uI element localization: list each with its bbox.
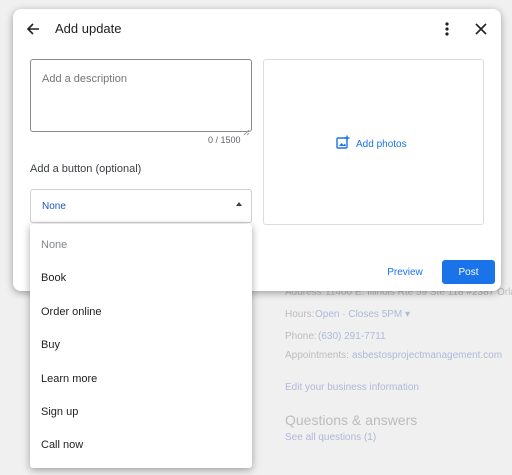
select-value: None — [42, 201, 66, 212]
dropdown-option-order-online[interactable]: Order online — [30, 295, 252, 328]
description-textarea[interactable]: Add a description — [30, 59, 252, 136]
add-photos-label: Add photos — [356, 139, 407, 150]
char-counter: 0 / 1500 — [208, 135, 241, 145]
back-arrow-icon[interactable] — [21, 17, 45, 41]
dropdown-option-call-now[interactable]: Call now — [30, 428, 252, 461]
post-button[interactable]: Post — [442, 260, 495, 284]
add-photo-icon — [336, 135, 350, 154]
description-placeholder: Add a description — [42, 73, 127, 85]
button-section-label: Add a button (optional) — [30, 163, 142, 175]
close-icon[interactable] — [469, 17, 493, 41]
dropdown-option-none: None — [41, 238, 68, 251]
preview-button[interactable]: Preview — [379, 260, 431, 284]
caret-up-icon — [236, 202, 242, 206]
dialog-title: Add update — [55, 21, 122, 36]
dropdown-option-learn-more[interactable]: Learn more — [30, 362, 252, 395]
dropdown-option-buy[interactable]: Buy — [30, 328, 252, 361]
add-photos-link[interactable]: Add photos — [336, 135, 407, 154]
button-type-dropdown: None Book Order online Buy Learn more Si… — [30, 224, 252, 468]
resize-handle-icon[interactable] — [243, 123, 250, 136]
more-vert-icon[interactable] — [435, 17, 459, 41]
button-type-select[interactable]: None — [30, 189, 252, 223]
dropdown-option-book[interactable]: Book — [30, 261, 252, 294]
dropdown-option-sign-up[interactable]: Sign up — [30, 395, 252, 428]
add-photos-area[interactable]: Add photos — [263, 59, 484, 225]
